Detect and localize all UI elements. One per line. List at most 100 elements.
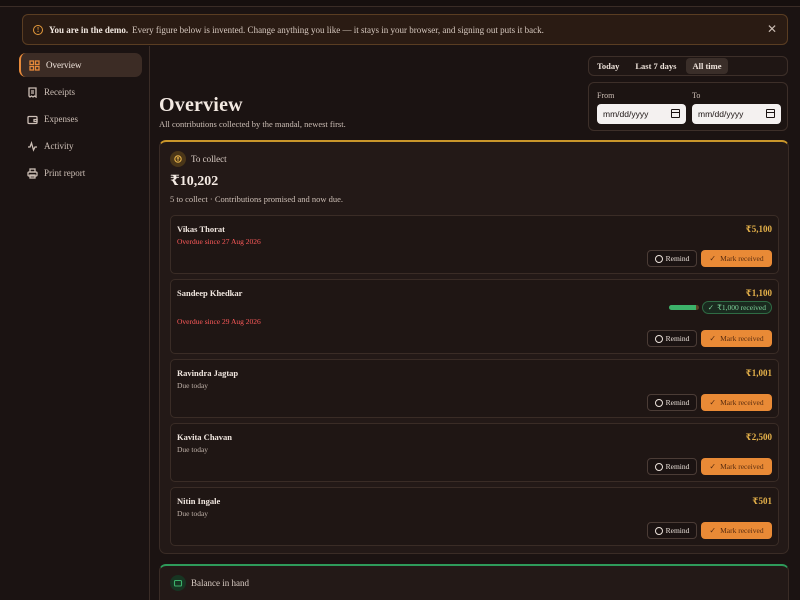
sidebar-item-activity[interactable]: Activity xyxy=(19,134,142,158)
calendar-icon[interactable] xyxy=(671,109,680,118)
mark-received-button[interactable]: ✓ Mark received xyxy=(701,394,772,411)
from-label: From xyxy=(597,91,615,100)
message-icon xyxy=(654,254,663,263)
contribution-amount: ₹501 xyxy=(752,496,772,506)
to-date-input[interactable]: mm/dd/yyyy xyxy=(692,104,781,124)
sidebar-item-label: Overview xyxy=(46,60,82,70)
sidebar-item-label: Receipts xyxy=(44,87,75,97)
info-icon: ! xyxy=(33,24,43,35)
printer-icon xyxy=(27,167,38,179)
sidebar-item-label: Activity xyxy=(44,141,74,151)
message-icon xyxy=(654,334,663,343)
contribution-amount: ₹5,100 xyxy=(745,224,772,234)
to-label: To xyxy=(692,91,701,100)
top-bar xyxy=(0,0,800,7)
to-collect-amount: ₹10,202 xyxy=(170,174,219,189)
range-last-7-days-button[interactable]: Last 7 days xyxy=(629,58,682,74)
remind-label: Remind xyxy=(665,462,690,471)
due-status: Due today xyxy=(177,509,209,518)
payment-progress-fill xyxy=(669,305,697,310)
activity-icon xyxy=(27,140,38,152)
check-icon: ✓ xyxy=(709,398,717,407)
list-item: Vikas Thorat ₹5,100 Overdue since 27 Aug… xyxy=(170,215,779,274)
remind-button[interactable]: Remind xyxy=(647,458,697,475)
received-badge: ✓ ₹1,000 received xyxy=(701,301,772,314)
card-heading: Balance in hand xyxy=(191,578,249,588)
sidebar-item-print-report[interactable]: Print report xyxy=(19,161,142,185)
page-title: Overview xyxy=(159,94,243,116)
mark-received-label: Mark received xyxy=(720,334,764,343)
message-icon xyxy=(654,526,663,535)
due-status: Due today xyxy=(177,445,209,454)
due-status: Overdue since 27 Aug 2026 xyxy=(177,237,261,246)
sidebar-item-receipts[interactable]: Receipts xyxy=(19,80,142,104)
mark-received-label: Mark received xyxy=(720,526,764,535)
receipt-icon xyxy=(27,86,38,98)
close-icon[interactable]: ✕ xyxy=(767,23,777,35)
sidebar-item-label: Print report xyxy=(44,168,86,178)
received-badge-label: ₹1,000 received xyxy=(717,303,766,312)
range-all-time-button[interactable]: All time xyxy=(686,58,728,74)
mark-received-label: Mark received xyxy=(720,254,764,263)
list-item: Kavita Chavan ₹2,500 Due today Remind ✓ … xyxy=(170,423,779,482)
list-item: Ravindra Jagtap ₹1,001 Due today Remind … xyxy=(170,359,779,418)
from-date-input[interactable]: mm/dd/yyyy xyxy=(597,104,686,124)
due-status: Overdue since 29 Aug 2026 xyxy=(177,317,261,326)
contribution-amount: ₹1,001 xyxy=(745,368,772,378)
message-icon xyxy=(654,462,663,471)
remind-button[interactable]: Remind xyxy=(647,394,697,411)
sidebar: Overview Receipts Expenses Activity Prin… xyxy=(0,46,150,600)
contributor-name: Sandeep Khedkar xyxy=(177,288,243,298)
check-icon: ✓ xyxy=(709,254,717,263)
page-subtitle: All contributions collected by the manda… xyxy=(159,119,346,129)
range-today-button[interactable]: Today xyxy=(591,58,625,74)
check-icon: ✓ xyxy=(709,334,717,343)
balance-in-hand-card: Balance in hand xyxy=(159,564,789,600)
check-icon: ✓ xyxy=(709,526,717,535)
sidebar-item-overview[interactable]: Overview xyxy=(19,53,142,77)
to-collect-card: To collect ₹10,202 5 to collect · Contri… xyxy=(159,140,789,554)
demo-banner: ! You are in the demo. Every figure belo… xyxy=(22,14,788,45)
remind-label: Remind xyxy=(665,398,690,407)
payment-progress-bar xyxy=(669,305,699,310)
due-status: Due today xyxy=(177,381,209,390)
contributor-name: Nitin Ingale xyxy=(177,496,221,506)
remind-button[interactable]: Remind xyxy=(647,522,697,539)
to-date-value: mm/dd/yyyy xyxy=(698,109,744,119)
from-date-value: mm/dd/yyyy xyxy=(603,109,649,119)
mark-received-button[interactable]: ✓ Mark received xyxy=(701,458,772,475)
wallet-icon xyxy=(170,575,186,591)
contributor-name: Vikas Thorat xyxy=(177,224,225,234)
mark-received-label: Mark received xyxy=(720,398,764,407)
card-heading: To collect xyxy=(191,154,227,164)
banner-text: Every figure below is invented. Change a… xyxy=(132,24,544,35)
contribution-amount: ₹1,100 xyxy=(745,288,772,298)
grid-icon xyxy=(29,59,40,71)
banner-title: You are in the demo. xyxy=(49,24,129,35)
check-icon: ✓ xyxy=(707,303,715,312)
remind-button[interactable]: Remind xyxy=(647,250,697,267)
mark-received-button[interactable]: ✓ Mark received xyxy=(701,250,772,267)
check-icon: ✓ xyxy=(709,462,717,471)
date-range: From To mm/dd/yyyy mm/dd/yyyy xyxy=(588,82,788,131)
coins-icon xyxy=(170,151,186,167)
calendar-icon[interactable] xyxy=(766,109,775,118)
remind-label: Remind xyxy=(665,526,690,535)
mark-received-button[interactable]: ✓ Mark received xyxy=(701,522,772,539)
remind-label: Remind xyxy=(665,254,690,263)
to-collect-summary: 5 to collect · Contributions promised an… xyxy=(170,194,344,204)
contributor-name: Ravindra Jagtap xyxy=(177,368,239,378)
sidebar-item-label: Expenses xyxy=(44,114,78,124)
mark-received-label: Mark received xyxy=(720,462,764,471)
list-item: Nitin Ingale ₹501 Due today Remind ✓ Mar… xyxy=(170,487,779,546)
remind-button[interactable]: Remind xyxy=(647,330,697,347)
list-item: Sandeep Khedkar ₹1,100 ✓ ₹1,000 received… xyxy=(170,279,779,354)
mark-received-button[interactable]: ✓ Mark received xyxy=(701,330,772,347)
contribution-amount: ₹2,500 xyxy=(745,432,772,442)
range-filter: Today Last 7 days All time xyxy=(588,56,788,76)
message-icon xyxy=(654,398,663,407)
wallet-icon xyxy=(27,114,38,125)
contributor-name: Kavita Chavan xyxy=(177,432,233,442)
sidebar-item-expenses[interactable]: Expenses xyxy=(19,107,142,131)
remind-label: Remind xyxy=(665,334,690,343)
